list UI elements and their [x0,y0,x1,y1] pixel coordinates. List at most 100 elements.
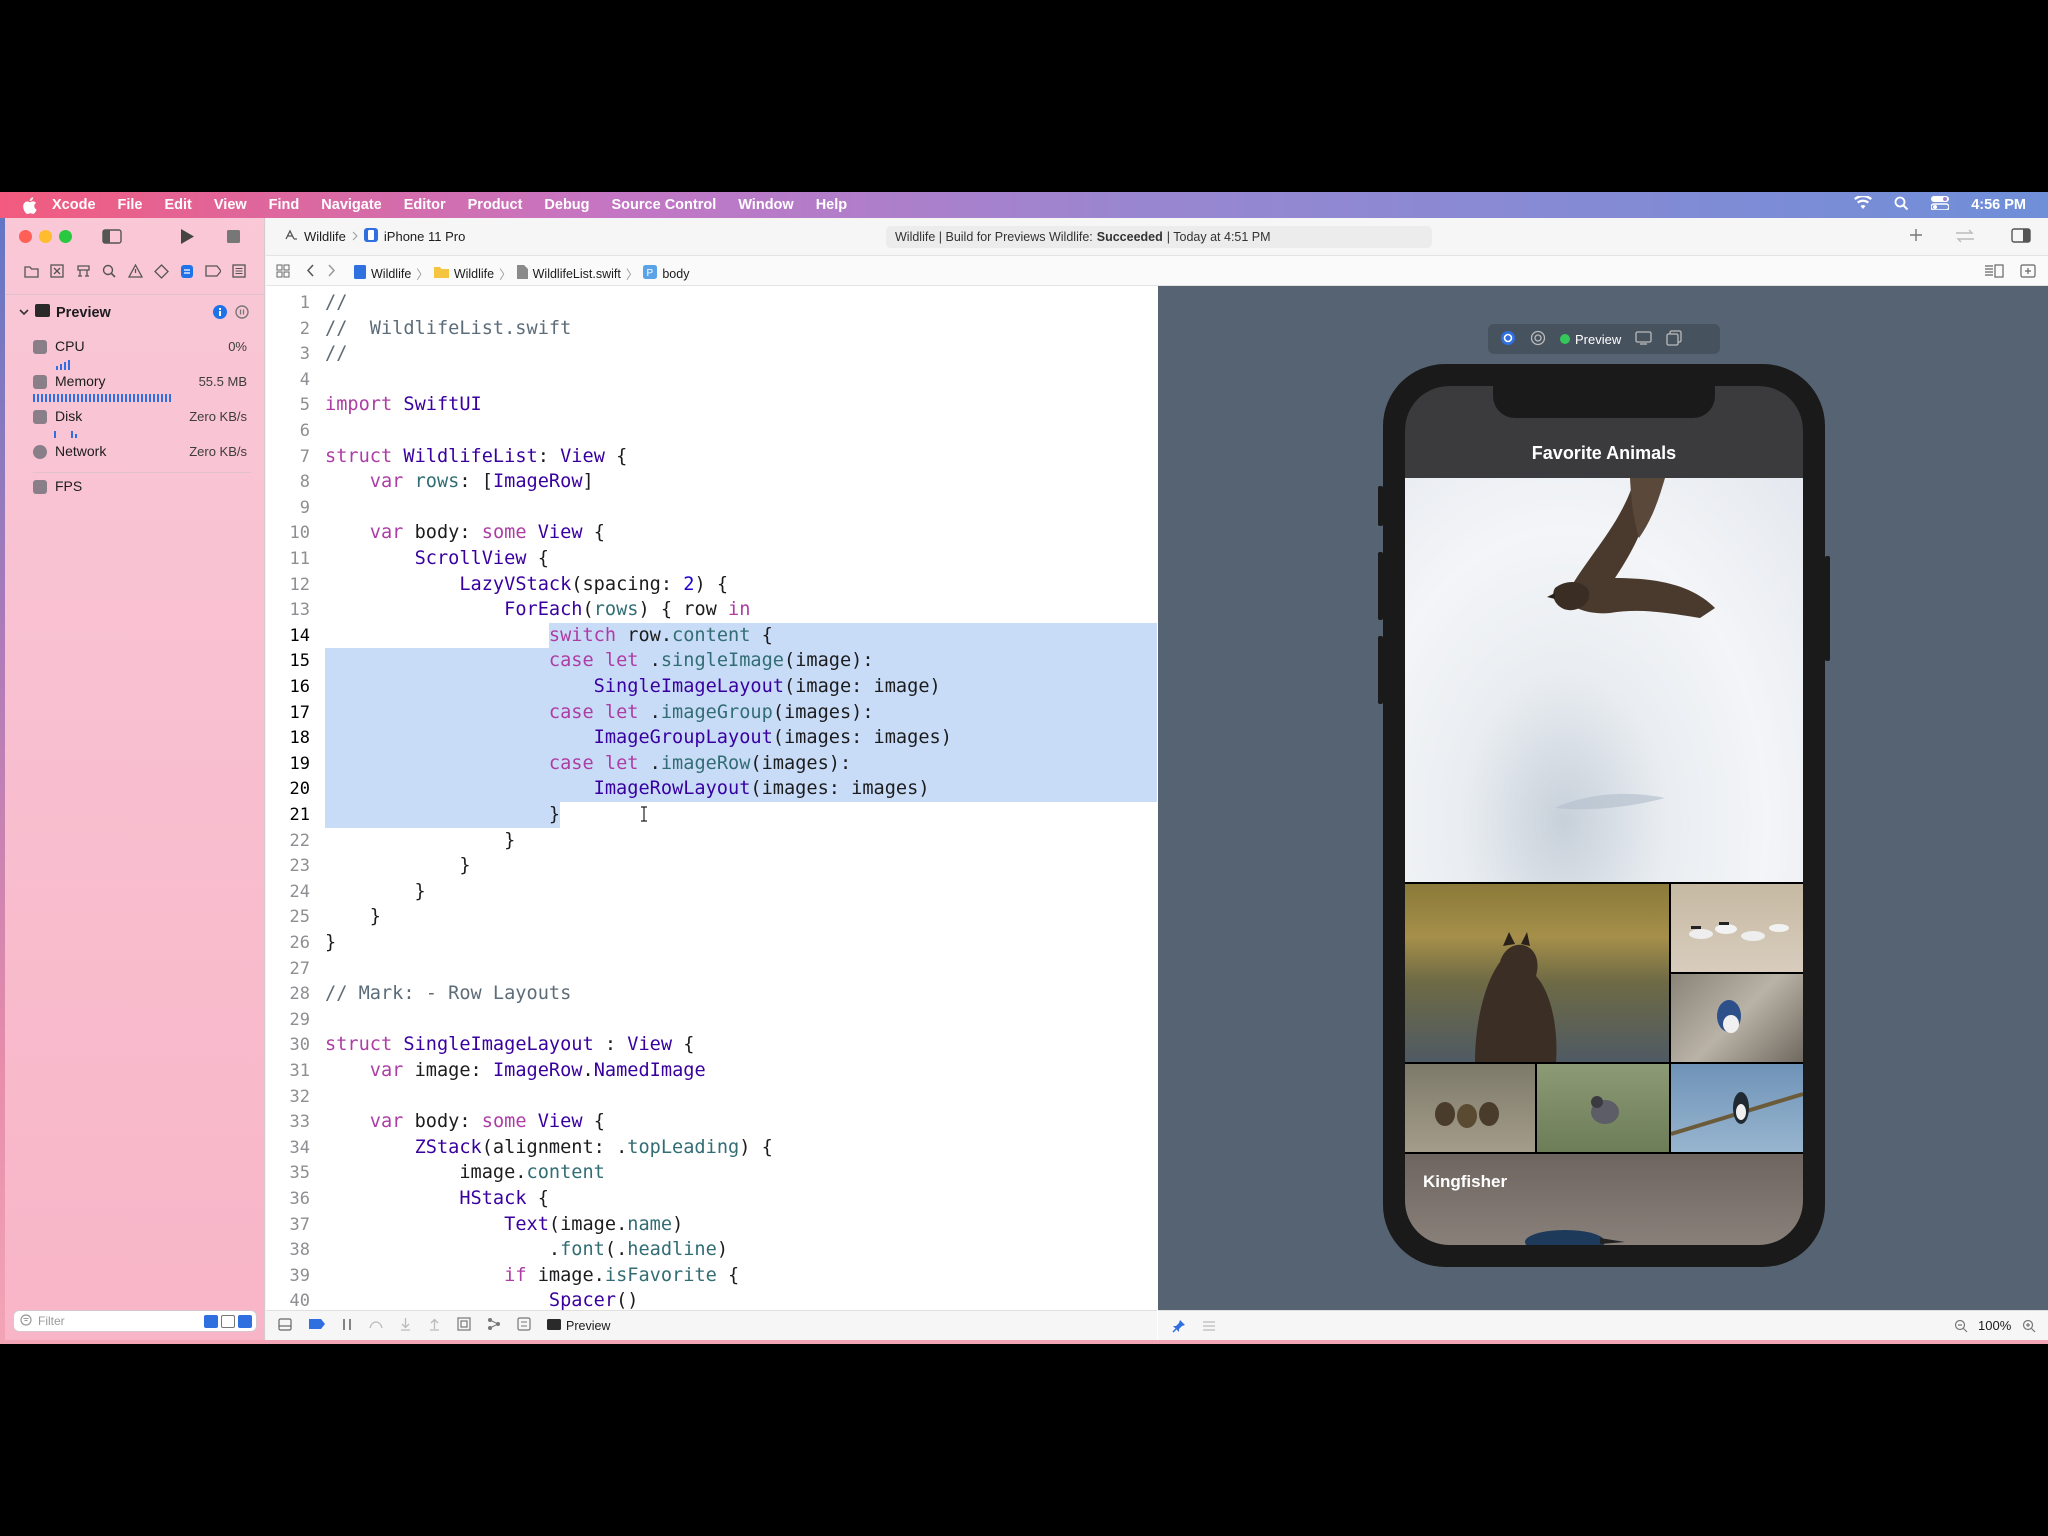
code-line[interactable]: 40 Spacer() [266,1288,1157,1310]
step-out-icon[interactable] [428,1317,441,1334]
code-line[interactable]: 9 [266,495,1157,521]
menu-navigate[interactable]: Navigate [321,197,381,213]
wifi-icon[interactable] [1854,194,1873,214]
zoom-level[interactable]: 100% [1978,1318,2011,1333]
device-settings-icon[interactable] [1635,330,1652,348]
code-line[interactable]: 38 .font(.headline) [266,1237,1157,1263]
terns-photo[interactable] [1671,884,1803,972]
code-line[interactable]: 39 if image.isFavorite { [266,1263,1157,1289]
toggle-navigator-icon[interactable] [102,229,122,249]
go-forward-icon[interactable] [328,264,336,280]
app-preview-screen[interactable]: Favorite Animals Kingfisher [1405,386,1803,1245]
step-into-icon[interactable] [399,1317,412,1334]
menu-clock[interactable]: 4:56 PM [1971,197,2026,213]
editor-options-icon[interactable] [1984,264,2004,281]
code-line[interactable]: 28 // Mark: - Row Layouts [266,981,1157,1007]
debug-navigator-icon[interactable] [179,263,195,279]
add-editor-icon[interactable] [2020,264,2036,281]
code-line[interactable]: 27 [266,956,1157,982]
navigator-filter-field[interactable]: Filter [13,1310,257,1332]
project-navigator-icon[interactable] [23,263,39,279]
minimize-window-button[interactable] [39,230,52,243]
code-line[interactable]: 31 var image: ImageRow.NamedImage [266,1058,1157,1084]
menu-edit[interactable]: Edit [165,197,192,213]
environment-overrides-icon[interactable] [517,1317,531,1334]
code-review-icon[interactable] [1954,229,1976,248]
code-line[interactable]: 29 [266,1007,1157,1033]
menu-source-control[interactable]: Source Control [612,197,717,213]
memory-gauge[interactable]: Memory 55.5 MB [5,373,265,410]
filter-option-icon[interactable] [238,1315,252,1328]
code-line[interactable]: 3 // [266,341,1157,367]
code-line[interactable]: 24 } [266,879,1157,905]
code-line[interactable]: 13 ForEach(rows) { row in [266,597,1157,623]
toggle-inspector-icon[interactable] [2011,228,2031,248]
view-hierarchy-icon[interactable] [457,1317,471,1334]
related-items-icon[interactable] [276,264,290,281]
code-line[interactable]: 22 } [266,828,1157,854]
code-line[interactable]: 12 LazyVStack(spacing: 2) { [266,572,1157,598]
code-line[interactable]: 7 struct WildlifeList: View { [266,444,1157,470]
code-line[interactable]: 23 } [266,853,1157,879]
cpu-gauge[interactable]: CPU 0% [5,338,265,375]
code-line[interactable]: 4 [266,367,1157,393]
code-line[interactable]: 8 var rows: [ImageRow] [266,469,1157,495]
live-preview-icon[interactable] [1500,330,1516,349]
preview-label-button[interactable]: Preview [1560,332,1621,347]
find-navigator-icon[interactable] [101,263,117,279]
code-line[interactable]: 17 case let .imageGroup(images): [266,699,1157,726]
code-line[interactable]: 19 case let .imageRow(images): [266,750,1157,777]
menu-editor[interactable]: Editor [404,197,446,213]
zoom-window-button[interactable] [59,230,72,243]
kingfisher-photo[interactable]: Kingfisher [1405,1154,1803,1245]
fps-gauge[interactable]: FPS [5,478,265,515]
menu-product[interactable]: Product [468,197,523,213]
filter-option-icon[interactable] [204,1315,218,1328]
disk-gauge[interactable]: Disk Zero KB/s [5,408,265,445]
info-icon[interactable] [213,305,227,324]
menu-find[interactable]: Find [269,197,300,213]
activity-viewer[interactable]: Wildlife | Build for Previews Wildlife: … [886,226,1432,248]
run-button[interactable] [179,228,195,250]
zoom-in-icon[interactable] [2022,1319,2036,1336]
source-editor[interactable]: 1 // 2 // WildlifeList.swift 3 // 4 5 import Swi… [266,286,1157,1310]
code-line[interactable]: 30 struct SingleImageLayout : View { [266,1032,1157,1058]
issue-navigator-icon[interactable] [127,263,143,279]
pause-process-icon[interactable] [235,305,249,324]
canvas-list-icon[interactable] [1202,1319,1216,1336]
menu-help[interactable]: Help [816,197,847,213]
quail-photo[interactable] [1537,1064,1669,1152]
swallow-photo[interactable] [1671,974,1803,1062]
breadcrumb-project[interactable]: Wildlife [371,267,411,281]
breakpoint-navigator-icon[interactable] [205,263,221,279]
code-line[interactable]: 35 image.content [266,1160,1157,1186]
scheme-selector[interactable]: Wildlife iPhone 11 Pro [284,228,465,245]
code-line[interactable]: 32 [266,1084,1157,1110]
step-over-icon[interactable] [368,1318,383,1334]
code-line[interactable]: 34 ZStack(alignment: .topLeading) { [266,1135,1157,1161]
breadcrumb-symbol[interactable]: body [662,267,689,281]
disclosure-chevron-icon[interactable] [19,304,29,322]
test-navigator-icon[interactable] [153,263,169,279]
code-line[interactable]: 5 import SwiftUI [266,392,1157,418]
breadcrumb-group[interactable]: Wildlife [454,267,494,281]
breakpoints-toggle-icon[interactable] [308,1318,326,1333]
code-line[interactable]: 6 [266,418,1157,444]
duplicate-preview-icon[interactable] [1666,329,1682,349]
hide-debug-area-icon[interactable] [278,1317,292,1334]
pin-preview-icon[interactable] [1172,1319,1186,1336]
cormorant-photo[interactable] [1671,1064,1803,1152]
report-navigator-icon[interactable] [231,263,247,279]
pause-icon[interactable] [342,1318,352,1334]
code-line[interactable]: 15 case let .singleImage(image): [266,648,1157,674]
filter-option-icon[interactable] [221,1315,235,1328]
apple-menu-icon[interactable] [22,196,40,214]
close-window-button[interactable] [19,230,32,243]
code-line[interactable]: 18 ImageGroupLayout(images: images) [266,725,1157,751]
stop-button[interactable] [227,230,240,248]
code-line[interactable]: 16 SingleImageLayout(image: image) [266,674,1157,700]
skua-bird-photo[interactable] [1405,478,1803,882]
bobcat-photo[interactable] [1405,884,1669,1062]
code-line[interactable]: 36 HStack { [266,1186,1157,1212]
memory-graph-icon[interactable] [487,1317,501,1334]
